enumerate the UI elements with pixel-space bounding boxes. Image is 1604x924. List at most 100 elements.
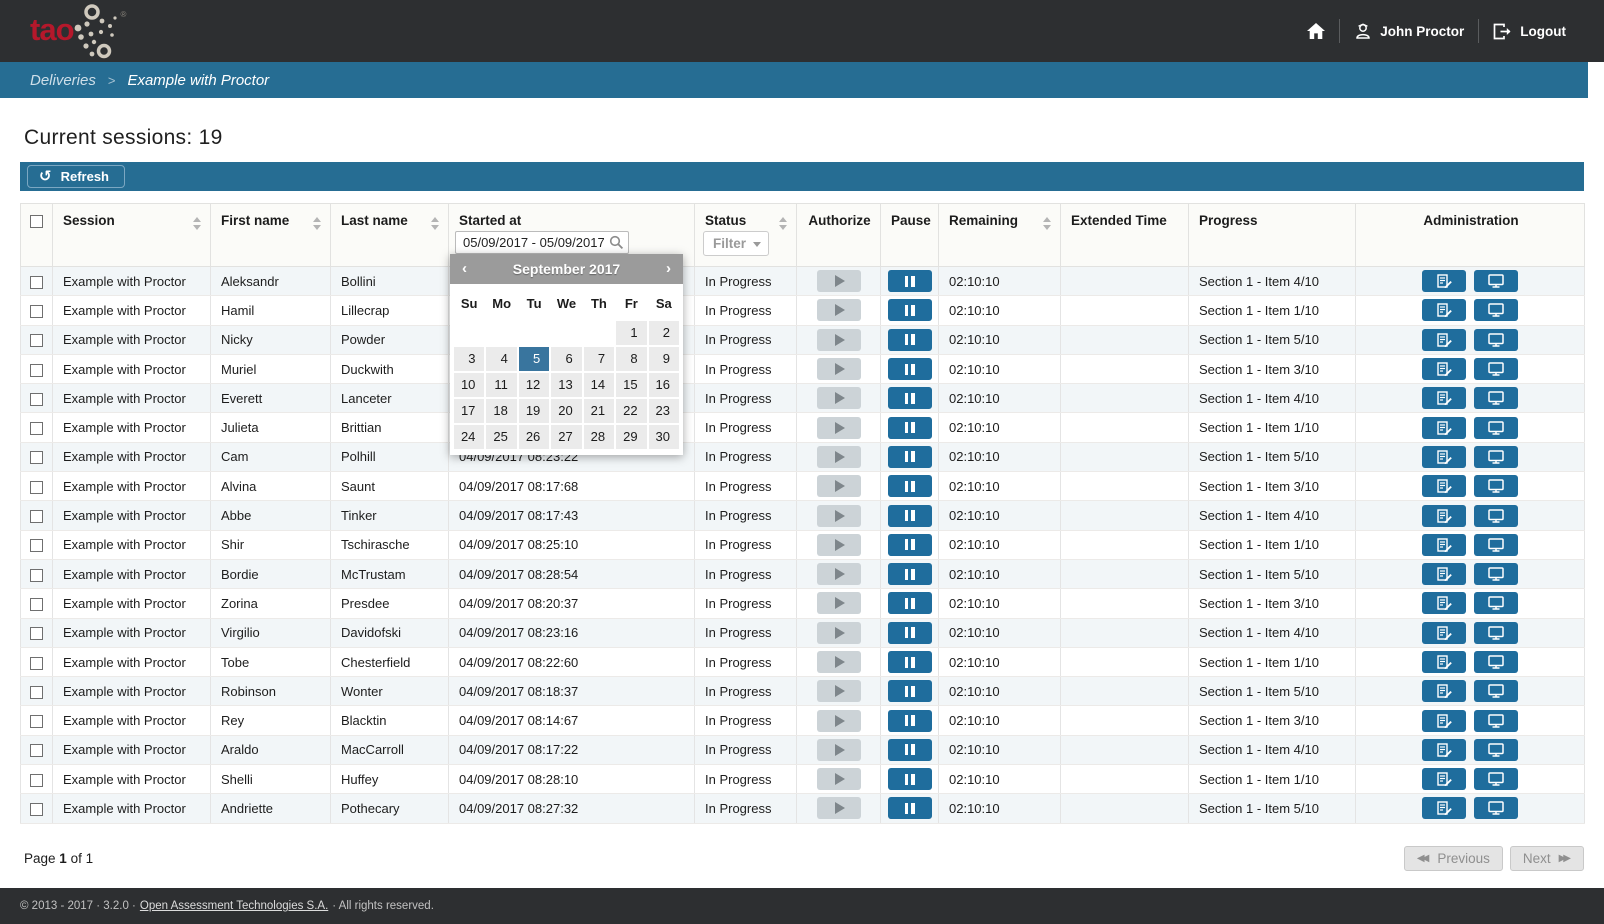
day-cell[interactable]: 15 — [616, 373, 646, 397]
report-button[interactable] — [1422, 797, 1466, 819]
row-checkbox[interactable] — [30, 305, 43, 318]
pause-button[interactable] — [888, 739, 932, 761]
next-month-button[interactable]: › — [660, 258, 677, 280]
day-cell[interactable]: 10 — [454, 373, 484, 397]
monitor-button[interactable] — [1474, 622, 1518, 644]
pause-button[interactable] — [888, 505, 932, 527]
row-checkbox[interactable] — [30, 276, 43, 289]
pause-button[interactable] — [888, 358, 932, 380]
day-cell[interactable]: 11 — [486, 373, 516, 397]
day-cell[interactable]: 3 — [454, 347, 484, 371]
refresh-button[interactable]: ↺ Refresh — [27, 165, 125, 188]
report-button[interactable] — [1422, 299, 1466, 321]
monitor-button[interactable] — [1474, 446, 1518, 468]
monitor-button[interactable] — [1474, 797, 1518, 819]
sort-icon[interactable] — [779, 217, 787, 230]
monitor-button[interactable] — [1474, 592, 1518, 614]
select-all-checkbox[interactable] — [30, 215, 43, 228]
day-cell[interactable]: 26 — [519, 425, 549, 449]
monitor-button[interactable] — [1474, 270, 1518, 292]
monitor-button[interactable] — [1474, 329, 1518, 351]
report-button[interactable] — [1422, 710, 1466, 732]
day-cell[interactable]: 4 — [486, 347, 516, 371]
pause-button[interactable] — [888, 475, 932, 497]
row-checkbox[interactable] — [30, 393, 43, 406]
report-button[interactable] — [1422, 768, 1466, 790]
day-cell[interactable]: 13 — [551, 373, 581, 397]
report-button[interactable] — [1422, 446, 1466, 468]
authorize-button[interactable] — [817, 710, 861, 732]
day-cell[interactable]: 17 — [454, 399, 484, 423]
pause-button[interactable] — [888, 797, 932, 819]
authorize-button[interactable] — [817, 534, 861, 556]
day-cell[interactable]: 8 — [616, 347, 646, 371]
logout-button[interactable]: Logout — [1493, 23, 1566, 40]
report-button[interactable] — [1422, 329, 1466, 351]
pause-button[interactable] — [888, 329, 932, 351]
authorize-button[interactable] — [817, 358, 861, 380]
report-button[interactable] — [1422, 358, 1466, 380]
report-button[interactable] — [1422, 680, 1466, 702]
search-icon[interactable] — [609, 235, 624, 250]
day-cell[interactable]: 19 — [519, 399, 549, 423]
pause-button[interactable] — [888, 270, 932, 292]
monitor-button[interactable] — [1474, 505, 1518, 527]
row-checkbox[interactable] — [30, 334, 43, 347]
monitor-button[interactable] — [1474, 710, 1518, 732]
monitor-button[interactable] — [1474, 387, 1518, 409]
monitor-button[interactable] — [1474, 651, 1518, 673]
day-cell[interactable]: 9 — [649, 347, 679, 371]
day-cell[interactable]: 7 — [584, 347, 614, 371]
day-cell[interactable]: 21 — [584, 399, 614, 423]
pause-button[interactable] — [888, 592, 932, 614]
pause-button[interactable] — [888, 563, 932, 585]
report-button[interactable] — [1422, 505, 1466, 527]
monitor-button[interactable] — [1474, 563, 1518, 585]
report-button[interactable] — [1422, 534, 1466, 556]
sort-icon[interactable] — [313, 217, 321, 230]
authorize-button[interactable] — [817, 768, 861, 790]
pause-button[interactable] — [888, 710, 932, 732]
report-button[interactable] — [1422, 417, 1466, 439]
day-cell[interactable]: 5 — [519, 347, 549, 371]
row-checkbox[interactable] — [30, 686, 43, 699]
authorize-button[interactable] — [817, 680, 861, 702]
user-menu[interactable]: John Proctor — [1354, 22, 1464, 40]
monitor-button[interactable] — [1474, 739, 1518, 761]
row-checkbox[interactable] — [30, 627, 43, 640]
pause-button[interactable] — [888, 446, 932, 468]
sort-icon[interactable] — [431, 217, 439, 230]
authorize-button[interactable] — [817, 563, 861, 585]
row-checkbox[interactable] — [30, 774, 43, 787]
day-cell[interactable]: 20 — [551, 399, 581, 423]
sort-icon[interactable] — [193, 217, 201, 230]
report-button[interactable] — [1422, 563, 1466, 585]
row-checkbox[interactable] — [30, 451, 43, 464]
report-button[interactable] — [1422, 651, 1466, 673]
day-cell[interactable]: 2 — [649, 321, 679, 345]
pause-button[interactable] — [888, 534, 932, 556]
day-cell[interactable]: 29 — [616, 425, 646, 449]
authorize-button[interactable] — [817, 475, 861, 497]
report-button[interactable] — [1422, 622, 1466, 644]
day-cell[interactable]: 23 — [649, 399, 679, 423]
day-cell[interactable]: 25 — [486, 425, 516, 449]
previous-month-button[interactable]: ‹ — [456, 258, 473, 280]
day-cell[interactable]: 12 — [519, 373, 549, 397]
pause-button[interactable] — [888, 387, 932, 409]
day-cell[interactable]: 6 — [551, 347, 581, 371]
authorize-button[interactable] — [817, 622, 861, 644]
row-checkbox[interactable] — [30, 539, 43, 552]
monitor-button[interactable] — [1474, 417, 1518, 439]
home-button[interactable] — [1307, 23, 1325, 39]
row-checkbox[interactable] — [30, 510, 43, 523]
monitor-button[interactable] — [1474, 768, 1518, 790]
authorize-button[interactable] — [817, 446, 861, 468]
tao-logo[interactable]: tao ® — [30, 2, 126, 60]
day-cell[interactable]: 18 — [486, 399, 516, 423]
report-button[interactable] — [1422, 270, 1466, 292]
monitor-button[interactable] — [1474, 358, 1518, 380]
authorize-button[interactable] — [817, 797, 861, 819]
day-cell[interactable]: 16 — [649, 373, 679, 397]
authorize-button[interactable] — [817, 739, 861, 761]
